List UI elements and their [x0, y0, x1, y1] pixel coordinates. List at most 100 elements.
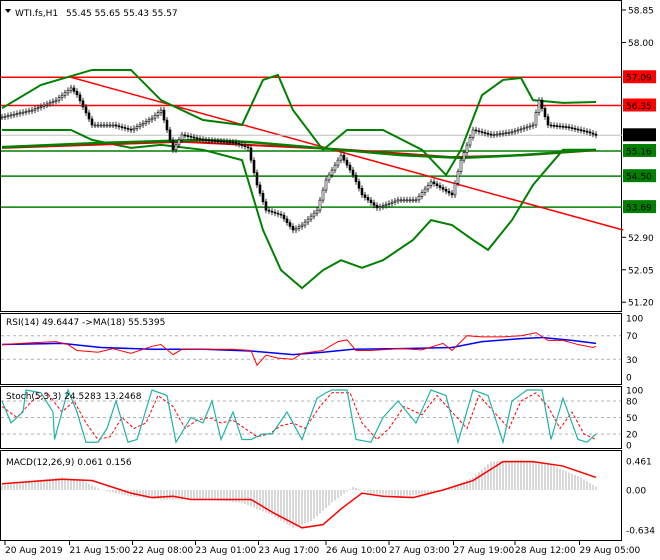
time-label: 29 Aug 05:00 — [580, 546, 641, 556]
candle — [504, 132, 508, 135]
candle — [594, 133, 598, 136]
candle — [159, 109, 163, 114]
candle — [237, 143, 241, 145]
candle — [210, 140, 214, 142]
candle — [414, 199, 418, 202]
candle — [432, 181, 436, 185]
candle — [78, 94, 82, 102]
candle — [537, 99, 541, 113]
candle — [201, 138, 205, 141]
candle — [249, 147, 253, 161]
candle — [102, 124, 106, 127]
candle — [36, 107, 40, 110]
time-label: 23 Aug 01:00 — [196, 546, 257, 556]
candle — [219, 140, 223, 143]
candle — [111, 124, 115, 127]
candle — [333, 164, 337, 171]
candle — [501, 132, 505, 135]
candle — [534, 112, 538, 126]
candle — [177, 139, 181, 146]
ohlc-label: 55.45 55.65 55.43 55.57 — [66, 9, 178, 19]
candle — [474, 129, 478, 132]
candle — [498, 133, 502, 135]
price-tick-label: 58.85 — [628, 7, 654, 17]
candle — [192, 136, 196, 139]
rsi-tick-label: 70 — [626, 332, 638, 342]
candle — [6, 115, 10, 117]
collapse-triangle-icon[interactable] — [5, 9, 11, 13]
candle — [360, 187, 364, 196]
candle — [144, 121, 148, 124]
candle — [21, 111, 25, 114]
candle — [444, 189, 448, 192]
level-label-57.09: 57.09 — [626, 74, 652, 84]
candle — [75, 91, 79, 96]
candle — [114, 124, 118, 127]
candle — [162, 109, 166, 121]
rsi-tick-label: 30 — [626, 356, 638, 366]
candle — [54, 99, 58, 102]
rsi-line — [1, 332, 597, 367]
candle — [303, 221, 307, 226]
candle — [273, 211, 277, 214]
macd-tick-label: 0.461 — [626, 457, 652, 467]
candle — [231, 141, 235, 144]
time-label: 22 Aug 08:00 — [133, 546, 194, 556]
candle — [0, 116, 4, 119]
candle — [327, 174, 331, 181]
candle — [525, 126, 529, 129]
candle — [591, 132, 595, 135]
rsi-tick-label: 0 — [626, 374, 632, 384]
candle — [531, 124, 535, 127]
level-label-55.16: 55.16 — [626, 147, 652, 157]
candle — [354, 174, 358, 182]
candle — [216, 140, 220, 143]
candle — [318, 199, 322, 211]
candle — [117, 125, 121, 128]
candle — [15, 113, 19, 115]
candle — [321, 189, 325, 201]
candle — [225, 141, 229, 143]
candle — [123, 127, 127, 129]
candle — [3, 115, 7, 118]
candle — [426, 185, 430, 190]
time-label: 26 Aug 10:00 — [326, 546, 387, 556]
candle — [492, 134, 496, 136]
candle — [339, 154, 343, 161]
trading-chart[interactable]: 58.85 58.00 52.90 52.05 51.20 57.09 56.35 55.16… — [0, 0, 660, 560]
candle — [63, 92, 67, 96]
candle — [12, 113, 16, 116]
macd-title: MACD(12,26,9) 0.061 0.156 — [6, 458, 132, 468]
candle — [561, 125, 565, 128]
candle — [18, 112, 22, 115]
candle — [66, 90, 70, 94]
candle — [324, 179, 328, 191]
bollinger-middle — [1, 138, 597, 160]
candle — [405, 199, 409, 202]
candle — [435, 183, 439, 186]
candle — [396, 199, 400, 202]
candle — [342, 154, 346, 161]
candle — [189, 136, 193, 138]
candle — [495, 133, 499, 136]
candle — [462, 152, 466, 161]
level-label-56.35: 56.35 — [626, 102, 652, 112]
candle — [243, 145, 247, 148]
price-tick-label: 52.90 — [628, 234, 654, 244]
candle — [132, 127, 136, 131]
candle — [309, 215, 313, 220]
candle — [42, 104, 46, 107]
candle — [510, 131, 514, 134]
candle — [399, 199, 403, 202]
candle — [267, 209, 271, 212]
candle — [261, 193, 265, 203]
candle — [141, 122, 145, 126]
stoch-tick-label: 20 — [626, 431, 638, 441]
candle — [387, 202, 391, 205]
candle — [579, 129, 583, 132]
candle — [471, 129, 475, 138]
candle — [213, 140, 217, 142]
candle — [183, 134, 187, 137]
macd-tick-label: 0.00 — [626, 487, 646, 497]
candle — [348, 164, 352, 171]
